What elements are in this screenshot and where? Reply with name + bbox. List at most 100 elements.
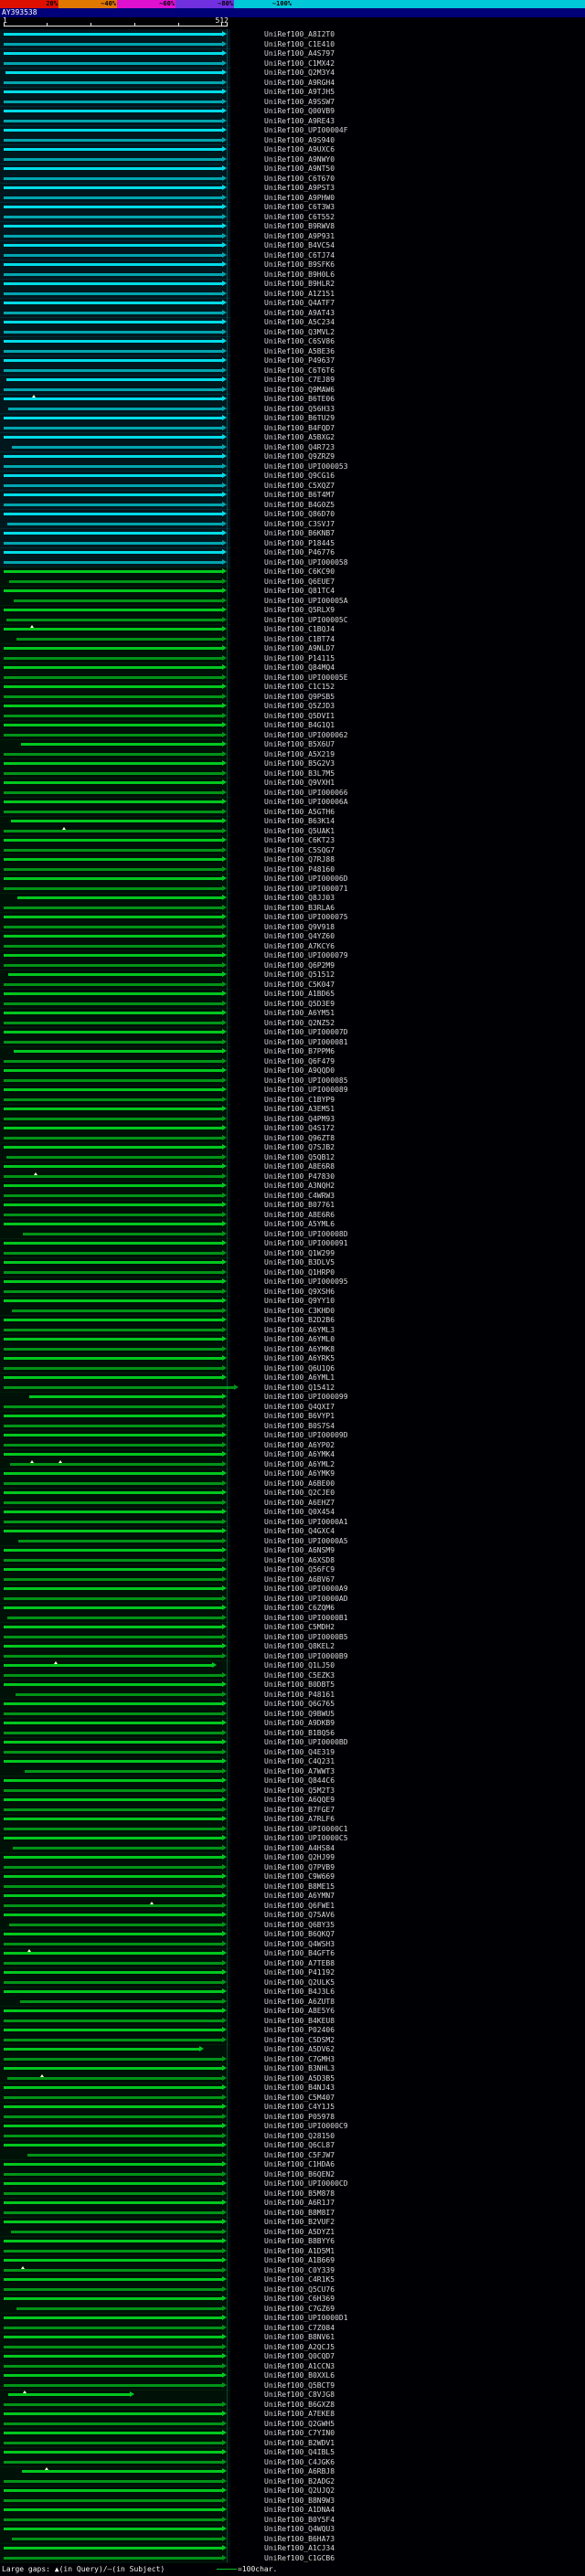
alignment-bar[interactable]	[4, 982, 222, 986]
alignment-bar[interactable]	[4, 570, 222, 573]
hit-accession-label[interactable]: UniRef100_C6T552	[264, 213, 335, 221]
alignment-bar[interactable]	[4, 1827, 222, 1830]
hit-accession-label[interactable]: UniRef100_UPI00008D	[264, 1230, 348, 1238]
alignment-bar[interactable]	[4, 685, 222, 688]
hit-accession-label[interactable]: UniRef100_C5FJW7	[264, 2151, 335, 2159]
hit-accession-label[interactable]: UniRef100_B8BYY6	[264, 2237, 335, 2245]
alignment-bar[interactable]	[4, 1012, 222, 1014]
hit-accession-label[interactable]: UniRef100_A5BXG2	[264, 433, 335, 441]
hit-accession-label[interactable]: UniRef100_Q81TC4	[264, 587, 335, 595]
alignment-bar[interactable]	[4, 771, 222, 775]
alignment-bar[interactable]	[4, 1903, 222, 1907]
alignment-bar[interactable]	[4, 1712, 222, 1715]
hit-accession-label[interactable]: UniRef100_Q4ATF7	[264, 299, 335, 307]
alignment-bar[interactable]	[4, 398, 222, 400]
hit-accession-label[interactable]: UniRef100_Q9V918	[264, 923, 335, 931]
alignment-bar[interactable]	[4, 1511, 222, 1513]
alignment-bar[interactable]	[4, 2316, 222, 2319]
hit-accession-label[interactable]: UniRef100_B8M8I7	[264, 2209, 335, 2217]
hit-accession-label[interactable]: UniRef100_Q2HJ99	[264, 1853, 335, 1861]
alignment-bar[interactable]	[4, 1434, 222, 1436]
hit-accession-label[interactable]: UniRef100_C1BQJ4	[264, 625, 335, 633]
alignment-bar[interactable]	[4, 2029, 222, 2031]
alignment-bar[interactable]	[4, 2432, 222, 2434]
alignment-bar[interactable]	[4, 311, 222, 314]
alignment-bar[interactable]	[4, 80, 222, 84]
hit-accession-label[interactable]: UniRef100_UPI000081	[264, 1038, 348, 1046]
hit-accession-label[interactable]: UniRef100_B5M878	[264, 2189, 335, 2198]
alignment-bar[interactable]	[4, 1328, 222, 1331]
hit-accession-label[interactable]: UniRef100_B4G0Z5	[264, 501, 335, 509]
alignment-bar[interactable]	[16, 2306, 222, 2310]
alignment-bar[interactable]	[4, 302, 222, 304]
hit-accession-label[interactable]: UniRef100_C7YIN0	[264, 2429, 335, 2437]
alignment-bar[interactable]	[4, 1338, 222, 1341]
hit-accession-label[interactable]: UniRef100_UPI00009D	[264, 1431, 348, 1439]
hit-accession-label[interactable]: UniRef100_B6QEN2	[264, 2170, 335, 2178]
hit-accession-label[interactable]: UniRef100_UPI000089	[264, 1086, 348, 1094]
hit-accession-label[interactable]: UniRef100_A9TJH5	[264, 88, 335, 96]
alignment-bar[interactable]	[4, 148, 222, 151]
alignment-bar[interactable]	[4, 1443, 222, 1447]
hit-accession-label[interactable]: UniRef100_B2ADG2	[264, 2477, 335, 2486]
hit-accession-label[interactable]: UniRef100_Q8KEL2	[264, 1642, 335, 1650]
hit-accession-label[interactable]: UniRef100_UPI0000BD	[264, 1738, 348, 1746]
hit-accession-label[interactable]: UniRef100_C5MDH2	[264, 1623, 335, 1631]
alignment-bar[interactable]	[4, 2287, 222, 2291]
hit-accession-label[interactable]: UniRef100_B7FGE7	[264, 1806, 335, 1814]
alignment-bar[interactable]	[4, 790, 222, 794]
alignment-bar[interactable]	[4, 1875, 222, 1878]
hit-accession-label[interactable]: UniRef100_Q5RLX9	[264, 606, 335, 614]
hit-accession-label[interactable]: UniRef100_Q2NZ52	[264, 1019, 335, 1027]
alignment-bar[interactable]	[4, 436, 222, 439]
hit-accession-label[interactable]: UniRef100_A6YMK4	[264, 1450, 335, 1458]
alignment-bar[interactable]	[4, 426, 222, 429]
alignment-bar[interactable]	[4, 349, 222, 353]
hit-accession-label[interactable]: UniRef100_C4Y1J5	[264, 2103, 335, 2111]
alignment-bar[interactable]	[4, 1645, 222, 1648]
alignment-bar[interactable]	[4, 1760, 222, 1763]
hit-accession-label[interactable]: UniRef100_UPI00005C	[264, 616, 348, 624]
hit-accession-label[interactable]: UniRef100_B6GXZ8	[264, 2401, 335, 2409]
hit-accession-label[interactable]: UniRef100_P41192	[264, 1968, 335, 1977]
hit-accession-label[interactable]: UniRef100_P18445	[264, 539, 335, 547]
alignment-bar[interactable]	[4, 1722, 222, 1724]
hit-accession-label[interactable]: UniRef100_Q2UJQ2	[264, 2486, 335, 2495]
alignment-bar[interactable]	[4, 2125, 222, 2127]
alignment-bar[interactable]	[4, 42, 222, 46]
hit-accession-label[interactable]: UniRef100_Q56H33	[264, 405, 335, 413]
hit-accession-label[interactable]: UniRef100_A1CJ34	[264, 2544, 335, 2552]
hit-accession-label[interactable]: UniRef100_B6T4M7	[264, 491, 335, 499]
alignment-bar[interactable]	[4, 867, 222, 871]
alignment-bar[interactable]	[4, 138, 222, 142]
hit-accession-label[interactable]: UniRef100_A5X219	[264, 750, 335, 758]
alignment-bar[interactable]	[4, 2038, 222, 2041]
alignment-bar[interactable]	[4, 925, 222, 928]
hit-accession-label[interactable]: UniRef100_A6YMK9	[264, 1469, 335, 1478]
hit-accession-label[interactable]: UniRef100_B4GFT6	[264, 1949, 335, 1957]
alignment-bar[interactable]	[4, 810, 222, 813]
alignment-bar[interactable]	[4, 724, 222, 726]
hit-accession-label[interactable]: UniRef100_Q7RJ88	[264, 855, 335, 864]
alignment-bar[interactable]	[4, 1127, 222, 1129]
alignment-bar[interactable]	[4, 666, 222, 669]
hit-accession-label[interactable]: UniRef100_Q5QB12	[264, 1153, 335, 1161]
alignment-bar[interactable]	[12, 1309, 222, 1312]
alignment-bar[interactable]	[4, 368, 222, 372]
hit-accession-label[interactable]: UniRef100_Q00VB9	[264, 107, 335, 115]
hit-accession-label[interactable]: UniRef100_Q86D70	[264, 510, 335, 518]
hit-accession-label[interactable]: UniRef100_Q84MQ4	[264, 663, 335, 672]
hit-accession-label[interactable]: UniRef100_Q4GXC4	[264, 1527, 335, 1535]
alignment-bar[interactable]	[4, 503, 222, 506]
alignment-bar[interactable]	[4, 1203, 222, 1206]
hit-accession-label[interactable]: UniRef100_C6KC90	[264, 567, 335, 576]
alignment-bar[interactable]	[4, 33, 222, 36]
alignment-bar[interactable]	[9, 579, 222, 583]
alignment-bar[interactable]	[4, 1223, 222, 1225]
alignment-bar[interactable]	[4, 1251, 222, 1255]
alignment-bar[interactable]	[14, 599, 222, 602]
hit-accession-label[interactable]: UniRef100_A1D5M1	[264, 2247, 335, 2255]
hit-accession-label[interactable]: UniRef100_P05978	[264, 2113, 335, 2121]
alignment-bar[interactable]	[4, 2479, 222, 2483]
alignment-bar[interactable]	[4, 1385, 235, 1389]
